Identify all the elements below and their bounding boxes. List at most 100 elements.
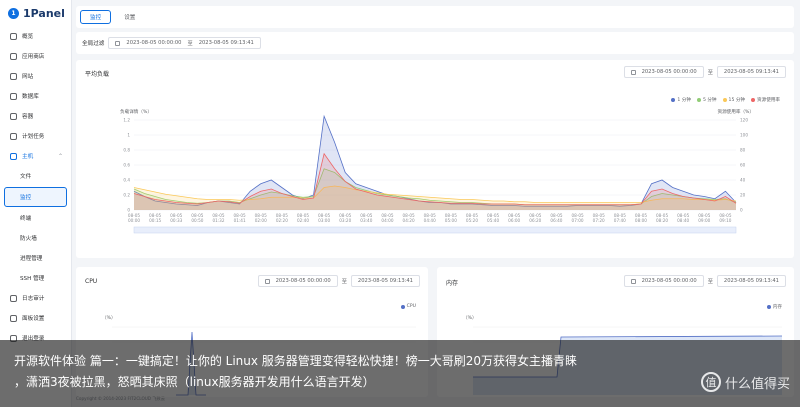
sidebar-item[interactable]: 日志审计 <box>0 288 71 308</box>
sidebar-item-label: SSH 管理 <box>20 276 45 282</box>
tab-monitor[interactable]: 监控 <box>80 10 112 24</box>
sidebar-item[interactable]: 监控 <box>4 187 67 207</box>
y2-tick-label: 100 <box>740 133 748 138</box>
container-icon <box>10 112 17 120</box>
sidebar-item-label: 容器 <box>22 114 34 120</box>
x-tick-label: 04:20 <box>403 218 415 223</box>
sidebar-item-label: 面板设置 <box>22 316 45 322</box>
sidebar-nav: 概览应用商店网站数据库容器计划任务主机 ⌃ 文件监控终端防火墙进程管理 SSH 管理日… <box>0 26 71 348</box>
x-tick-label: 08:00 <box>635 218 647 223</box>
y2-tick-label: 40 <box>740 178 746 183</box>
y-tick-label: 0.2 <box>123 193 130 198</box>
sidebar-item-label: 日志审计 <box>22 296 45 302</box>
sidebar-item-label: 主机 <box>22 154 34 160</box>
sidebar-item[interactable]: 文件 <box>0 166 71 186</box>
settings-icon <box>10 314 17 322</box>
x-tick-label: 09:10 <box>719 218 731 223</box>
y2-tick-label: 20 <box>740 193 746 198</box>
watermark: 值 什么值得买 <box>700 372 790 392</box>
tab-settings[interactable]: 设置 <box>115 10 144 24</box>
x-tick-label: 06:40 <box>550 218 562 223</box>
server-icon <box>10 152 17 160</box>
x-tick-label: 05:20 <box>466 218 478 223</box>
sidebar-item[interactable]: 防火墙 <box>0 228 71 248</box>
sidebar-item[interactable]: 容器 <box>0 106 71 126</box>
caption-line-1: 开源软件体验 篇一：一键搞定！让你的 Linux 服务器管理变得轻松快捷！榜一大… <box>14 354 578 368</box>
sidebar-item-label: 网站 <box>22 74 34 80</box>
y2-tick-label: 80 <box>740 148 746 153</box>
caption-line-2: ，潇洒3夜被拉黑，怒晒其床照（linux服务器开发用什么语言开发） <box>14 375 375 389</box>
x-tick-label: 04:00 <box>381 218 393 223</box>
x-tick-label: 07:40 <box>614 218 626 223</box>
x-tick-label: 07:00 <box>572 218 584 223</box>
sidebar-item-label: 概览 <box>22 34 34 40</box>
log-icon <box>10 294 17 302</box>
global-date-range-picker[interactable]: 2023-08-05 00:00:00 至 2023-08-05 09:13:4… <box>108 37 261 49</box>
watermark-text: 什么值得买 <box>724 376 790 392</box>
x-tick-label: 03:40 <box>360 218 372 223</box>
x-tick-label: 06:00 <box>508 218 520 223</box>
x-tick-label: 02:20 <box>276 218 288 223</box>
x-tick-label: 08:20 <box>656 218 668 223</box>
store-icon <box>10 52 17 60</box>
sidebar-item[interactable]: 概览 <box>0 26 71 46</box>
caption-text: 开源软件体验 篇一：一键搞定！让你的 Linux 服务器管理变得轻松快捷！榜一大… <box>14 351 714 393</box>
x-tick-label: 07:20 <box>593 218 605 223</box>
y-tick-label: 0.8 <box>123 148 130 153</box>
x-tick-label: 03:00 <box>318 218 330 223</box>
global-filter-bar: 全局过滤 2023-08-05 00:00:00 至 2023-08-05 09… <box>76 32 794 54</box>
zoom-slider[interactable] <box>133 226 737 234</box>
x-tick-label: 01:32 <box>212 218 224 223</box>
sidebar-item-label: 计划任务 <box>22 134 45 140</box>
load-average-card: 平均负载 2023-08-05 00:00:00 至 2023-08-05 09… <box>76 60 794 258</box>
logo-text: 1Panel <box>23 6 65 20</box>
x-tick-label: 05:40 <box>487 218 499 223</box>
y2-tick-label: 120 <box>740 118 748 123</box>
load-chart: 00.20.40.60.811.202040608010012008-0500:… <box>123 114 748 234</box>
clock-icon <box>10 132 17 140</box>
y-tick-label: 1 <box>127 133 130 138</box>
y-tick-label: 1.2 <box>123 118 130 123</box>
y2-tick-label: 60 <box>740 163 746 168</box>
x-tick-label: 04:40 <box>424 218 436 223</box>
x-tick-label: 00:00 <box>128 218 140 223</box>
sidebar-item[interactable]: 计划任务 <box>0 126 71 146</box>
sidebar-item[interactable]: 主机 ⌃ <box>0 146 71 166</box>
x-tick-label: 01:41 <box>234 218 246 223</box>
sidebar-item[interactable]: 应用商店 <box>0 46 71 66</box>
home-icon <box>10 32 17 40</box>
series-line <box>133 114 737 207</box>
globe-icon <box>10 72 17 80</box>
x-tick-label: 00:33 <box>170 218 182 223</box>
global-start-date: 2023-08-05 00:00:00 <box>126 40 182 46</box>
sidebar-item[interactable]: 数据库 <box>0 86 71 106</box>
sidebar-item-label: 监控 <box>20 195 32 201</box>
y-tick-label: 0 <box>127 208 130 213</box>
x-tick-label: 02:40 <box>297 218 309 223</box>
app-logo[interactable]: 1 1Panel <box>0 0 71 26</box>
sidebar-item[interactable]: 网站 <box>0 66 71 86</box>
x-tick-label: 09:00 <box>698 218 710 223</box>
calendar-icon <box>115 40 121 46</box>
x-tick-label: 00:50 <box>191 218 203 223</box>
sidebar-item[interactable]: SSH 管理 <box>0 268 71 288</box>
series-area <box>134 116 736 210</box>
sidebar-item-label: 防火墙 <box>20 236 37 242</box>
x-tick-label: 05:00 <box>445 218 457 223</box>
tab-bar: 监控 设置 <box>76 6 794 28</box>
sidebar-item-label: 进程管理 <box>20 256 43 262</box>
sidebar-item[interactable]: 终端 <box>0 208 71 228</box>
global-end-date: 2023-08-05 09:13:41 <box>198 40 254 46</box>
chevron-up-icon: ⌃ <box>57 152 63 160</box>
sidebar-item-label: 应用商店 <box>22 54 45 60</box>
x-tick-label: 00:15 <box>149 218 161 223</box>
x-tick-label: 06:20 <box>529 218 541 223</box>
x-tick-label: 02:00 <box>255 218 267 223</box>
date-range-separator: 至 <box>187 40 193 47</box>
sidebar-item[interactable]: 进程管理 <box>0 248 71 268</box>
sidebar-item[interactable]: 面板设置 <box>0 308 71 328</box>
y2-tick-label: 0 <box>740 208 743 213</box>
watermark-logo-icon: 值 <box>700 372 721 392</box>
database-icon <box>10 92 17 100</box>
y-tick-label: 0.4 <box>123 178 130 183</box>
